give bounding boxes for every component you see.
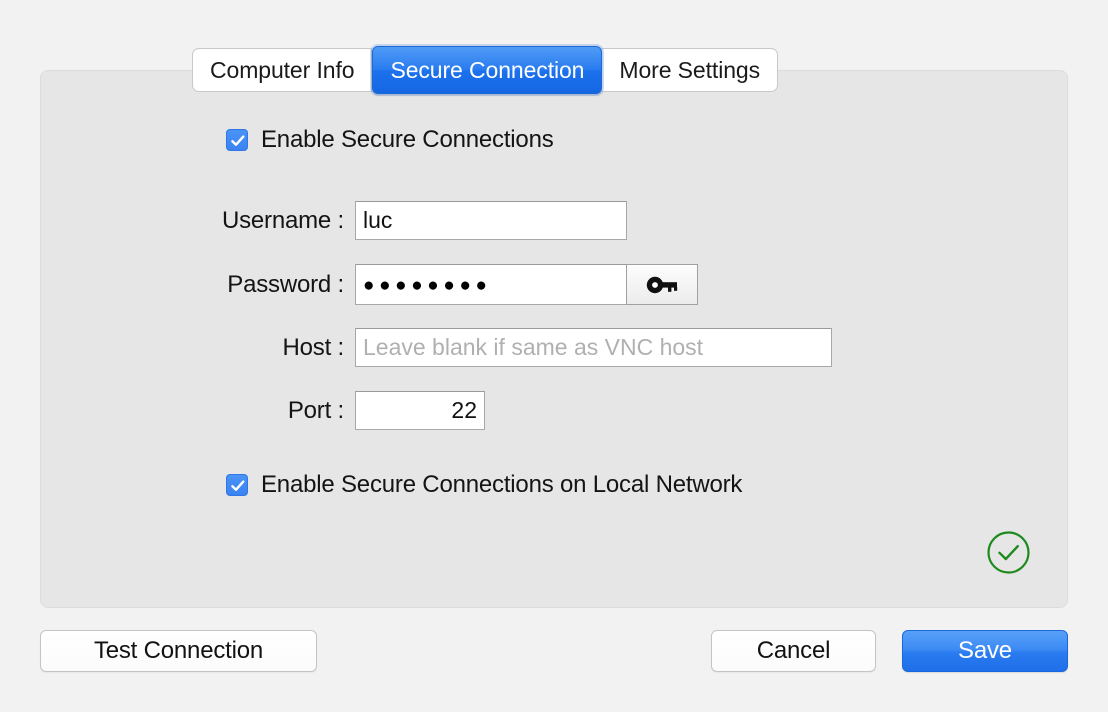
port-row: Port : 22: [181, 391, 485, 430]
enable-secure-connections-local-checkbox[interactable]: [226, 474, 248, 496]
password-masked-value: ●●●●●●●●: [363, 274, 492, 296]
username-row: Username : luc: [181, 201, 627, 240]
password-input[interactable]: ●●●●●●●●: [355, 264, 627, 305]
port-input[interactable]: 22: [355, 391, 485, 430]
enable-secure-connections-row[interactable]: Enable Secure Connections: [226, 126, 554, 154]
tab-computer-info[interactable]: Computer Info: [192, 48, 373, 92]
host-input[interactable]: Leave blank if same as VNC host: [355, 328, 832, 367]
username-label: Username :: [221, 206, 344, 234]
cancel-button[interactable]: Cancel: [711, 630, 876, 672]
test-connection-button[interactable]: Test Connection: [40, 630, 317, 672]
tab-more-settings[interactable]: More Settings: [602, 48, 778, 92]
port-label: Port :: [287, 396, 344, 424]
tab-secure-connection[interactable]: Secure Connection: [372, 46, 603, 94]
enable-secure-connections-local-row[interactable]: Enable Secure Connections on Local Netwo…: [226, 471, 742, 499]
username-input[interactable]: luc: [355, 201, 627, 240]
checkmark-icon: [231, 480, 245, 491]
enable-secure-connections-checkbox[interactable]: [226, 129, 248, 151]
host-row: Host : Leave blank if same as VNC host: [181, 328, 832, 367]
save-button[interactable]: Save: [902, 630, 1068, 672]
connection-status-badge: [986, 530, 1031, 575]
password-label: Password :: [227, 270, 344, 298]
settings-panel: Enable Secure Connections Username : luc…: [40, 70, 1068, 608]
password-reveal-button[interactable]: [626, 264, 698, 305]
checkmark-icon: [231, 135, 245, 146]
host-label: Host :: [282, 333, 345, 361]
enable-secure-connections-label: Enable Secure Connections: [261, 126, 554, 153]
tab-bar: Computer Info Secure Connection More Set…: [192, 46, 778, 94]
enable-secure-connections-local-label: Enable Secure Connections on Local Netwo…: [261, 471, 743, 498]
password-row: Password : ●●●●●●●●: [181, 264, 698, 305]
circle-check-icon: [987, 531, 1030, 574]
key-icon: [646, 276, 678, 293]
